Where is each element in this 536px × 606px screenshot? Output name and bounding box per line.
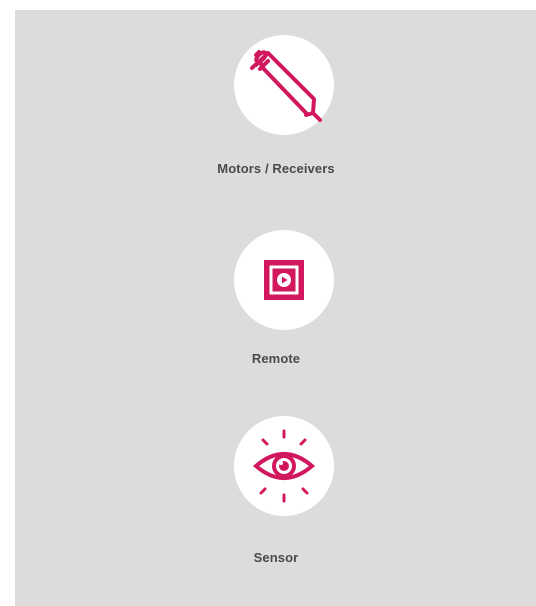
motors-receivers-label: Motors / Receivers — [217, 161, 335, 176]
sensor-icon-circle[interactable] — [234, 416, 334, 516]
device-type-panel: Motors / Receivers Remote Sensor — [15, 10, 536, 606]
sensor-label: Sensor — [253, 550, 299, 565]
remote-icon — [264, 260, 304, 300]
device-option-remote[interactable]: Remote — [15, 200, 536, 380]
device-option-motors-receivers[interactable]: Motors / Receivers — [15, 10, 536, 190]
remote-label: Remote — [251, 351, 301, 366]
motor-tube-icon — [250, 50, 322, 122]
device-option-sensor[interactable]: Sensor — [15, 390, 536, 590]
remote-icon-circle[interactable] — [234, 230, 334, 330]
motors-icon-circle[interactable] — [234, 35, 334, 135]
eye-sensor-icon — [252, 429, 316, 503]
